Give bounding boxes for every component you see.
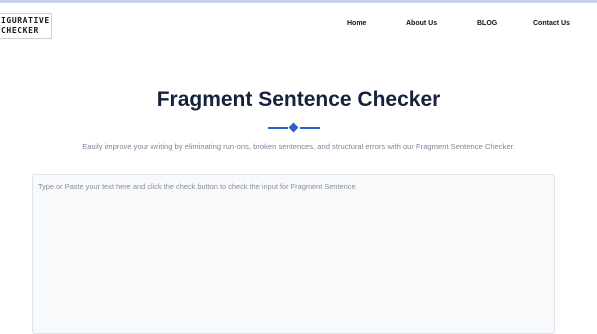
page-title: Fragment Sentence Checker [156, 88, 441, 111]
nav-about-link[interactable]: About Us [406, 20, 437, 27]
title-divider [268, 122, 320, 133]
nav-blog-link[interactable]: BLOG [477, 20, 497, 27]
divider-line-left [268, 127, 288, 129]
divider-line-right [300, 127, 320, 129]
nav-contact-link[interactable]: Contact Us [533, 20, 570, 27]
site-logo[interactable]: IGURATIVE CHECKER [0, 13, 52, 39]
site-header: IGURATIVE CHECKER Home About Us BLOG Con… [0, 3, 597, 43]
text-input-area[interactable] [32, 174, 555, 334]
logo-line-2: CHECKER [1, 26, 39, 35]
diamond-icon [288, 122, 299, 133]
page-subtitle: Easily improve your writing by eliminati… [82, 142, 515, 151]
nav-home-link[interactable]: Home [347, 20, 366, 27]
logo-line-1: IGURATIVE [1, 16, 50, 25]
